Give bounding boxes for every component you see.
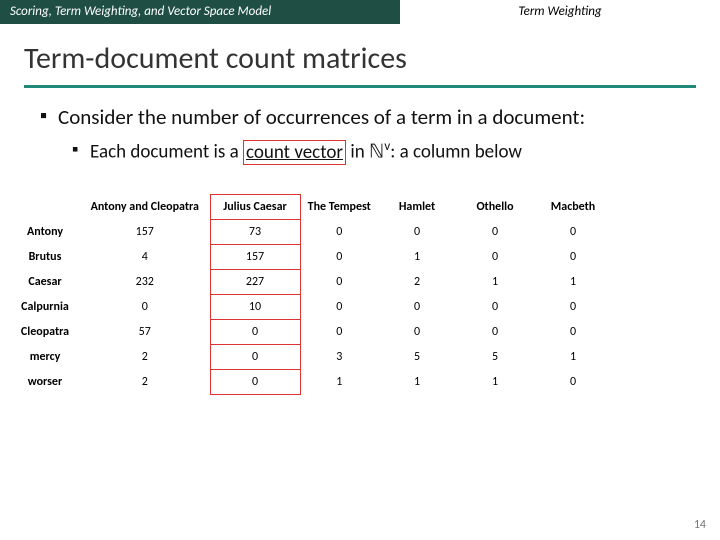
table-cell: 0	[210, 370, 300, 395]
table-cell: 0	[378, 295, 456, 320]
table-row: mercy203551	[10, 345, 612, 370]
topbar-left: Scoring, Term Weighting, and Vector Spac…	[0, 0, 400, 24]
table-cell: 4	[80, 245, 210, 270]
bullet-level1: ▪ Consider the number of occurrences of …	[0, 100, 720, 134]
table-cell: 232	[80, 270, 210, 295]
table-cell: 0	[300, 320, 378, 345]
table-cell: 0	[378, 220, 456, 245]
table-cell: 0	[534, 370, 612, 395]
table-cell: 73	[210, 220, 300, 245]
table-cell: 0	[534, 220, 612, 245]
row-header: mercy	[10, 345, 80, 370]
term-document-table: Antony and Cleopatra Julius Caesar The T…	[10, 194, 613, 395]
table-cell: 1	[456, 270, 534, 295]
bullet-marker-icon: ▪	[40, 104, 58, 130]
table-cell: 0	[210, 345, 300, 370]
col-header: Antony and Cleopatra	[80, 195, 210, 220]
table-cell: 1	[378, 370, 456, 395]
table-cell: 0	[378, 320, 456, 345]
table-row: Caesar2322270211	[10, 270, 612, 295]
col-header: The Tempest	[300, 195, 378, 220]
natural-numbers-symbol: ℕ	[369, 142, 384, 163]
table-row: Brutus41570100	[10, 245, 612, 270]
bullet-prefix: Each document is a	[90, 141, 243, 164]
table-cell: 0	[300, 295, 378, 320]
row-header: Antony	[10, 220, 80, 245]
page-number: 14	[694, 518, 706, 532]
table-cell: 2	[80, 345, 210, 370]
bullet-text: Consider the number of occurrences of a …	[58, 104, 615, 130]
col-header-highlighted: Julius Caesar	[210, 195, 300, 220]
topbar-right: Term Weighting	[400, 0, 720, 24]
table-corner	[10, 195, 80, 220]
table-cell: 1	[456, 370, 534, 395]
bullet-suffix: : a column below	[390, 141, 522, 164]
table-cell: 0	[210, 320, 300, 345]
bullet-level2: ▪ Each document is a count vector in ℕv:…	[0, 134, 720, 172]
table-cell: 10	[210, 295, 300, 320]
table-header-row: Antony and Cleopatra Julius Caesar The T…	[10, 195, 612, 220]
table-row: Antony157730000	[10, 220, 612, 245]
table-body: Antony157730000Brutus41570100Caesar23222…	[10, 220, 612, 395]
table-cell: 2	[378, 270, 456, 295]
table-cell: 3	[300, 345, 378, 370]
row-header: Caesar	[10, 270, 80, 295]
bullet-mid: in	[346, 141, 369, 164]
highlight-count-vector: count vector	[243, 140, 346, 165]
slide: Scoring, Term Weighting, and Vector Spac…	[0, 0, 720, 540]
bullet-marker-icon: ▪	[72, 138, 90, 164]
table-row: worser201110	[10, 370, 612, 395]
table-cell: 0	[534, 295, 612, 320]
table-cell: 157	[210, 245, 300, 270]
table-row: Calpurnia0100000	[10, 295, 612, 320]
table-cell: 0	[534, 320, 612, 345]
col-header: Othello	[456, 195, 534, 220]
table-cell: 2	[80, 370, 210, 395]
table-cell: 1	[534, 345, 612, 370]
table-cell: 5	[378, 345, 456, 370]
table-cell: 0	[456, 320, 534, 345]
col-header: Macbeth	[534, 195, 612, 220]
table-cell: 5	[456, 345, 534, 370]
row-header: Cleopatra	[10, 320, 80, 345]
row-header: Calpurnia	[10, 295, 80, 320]
col-header: Hamlet	[378, 195, 456, 220]
table-cell: 0	[456, 220, 534, 245]
table-cell: 0	[300, 245, 378, 270]
topbar: Scoring, Term Weighting, and Vector Spac…	[0, 0, 720, 24]
table-cell: 0	[534, 245, 612, 270]
bullet-text: Each document is a count vector in ℕv: a…	[90, 138, 522, 164]
table-cell: 0	[456, 245, 534, 270]
table-cell: 0	[300, 220, 378, 245]
table-cell: 0	[80, 295, 210, 320]
title-underline	[24, 85, 696, 88]
table-cell: 0	[300, 270, 378, 295]
table-row: Cleopatra5700000	[10, 320, 612, 345]
table-cell: 1	[534, 270, 612, 295]
slide-title: Term-document count matrices	[0, 24, 720, 85]
table-cell: 57	[80, 320, 210, 345]
row-header: worser	[10, 370, 80, 395]
table-cell: 227	[210, 270, 300, 295]
table-cell: 157	[80, 220, 210, 245]
table-cell: 0	[456, 295, 534, 320]
table-cell: 1	[378, 245, 456, 270]
row-header: Brutus	[10, 245, 80, 270]
table-cell: 1	[300, 370, 378, 395]
